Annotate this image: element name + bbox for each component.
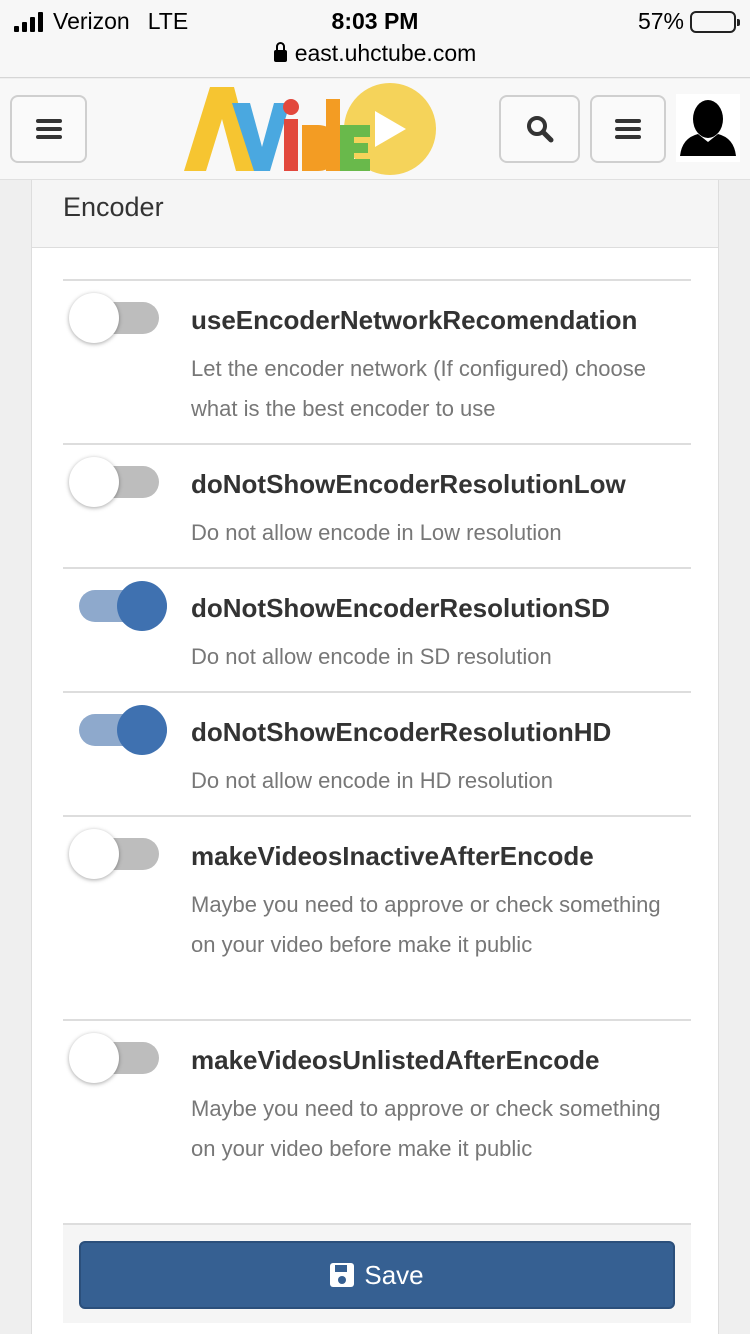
- setting-name: doNotShowEncoderResolutionSD: [191, 593, 610, 623]
- setting-row: makeVideosInactiveAfterEncode Maybe you …: [63, 815, 691, 1019]
- setting-toggle[interactable]: [79, 705, 167, 755]
- toggle-knob: [69, 829, 119, 879]
- setting-row: doNotShowEncoderResolutionHD Do not allo…: [63, 691, 691, 815]
- setting-row: doNotShowEncoderResolutionLow Do not all…: [63, 443, 691, 567]
- menu-icon: [35, 119, 62, 139]
- setting-name: doNotShowEncoderResolutionLow: [191, 469, 626, 499]
- setting-name: makeVideosInactiveAfterEncode: [191, 841, 594, 871]
- logo-letter-i: [284, 119, 298, 171]
- setting-row: doNotShowEncoderResolutionSD Do not allo…: [63, 567, 691, 691]
- setting-row: useEncoderNetworkRecomendation Let the e…: [63, 279, 691, 443]
- address-bar[interactable]: east.uhctube.com: [0, 40, 750, 67]
- battery-icon: [690, 10, 740, 33]
- setting-toggle[interactable]: [79, 581, 167, 631]
- toggle-knob: [117, 705, 167, 755]
- battery-percent: 57%: [637, 8, 684, 34]
- setting-name: makeVideosUnlistedAfterEncode: [191, 1045, 600, 1075]
- save-icon: [330, 1263, 355, 1287]
- logo-letter-d-stem: [326, 99, 340, 171]
- panel-footer: Save: [63, 1223, 691, 1323]
- settings-list: useEncoderNetworkRecomendation Let the e…: [63, 279, 691, 1223]
- avatar-silhouette: [680, 100, 736, 156]
- setting-toggle[interactable]: [69, 829, 159, 879]
- encoder-panel: Encoder useEncoderNetworkRecomendation L…: [31, 180, 719, 1334]
- setting-description: Maybe you need to approve or check somet…: [191, 1096, 661, 1161]
- url-text: east.uhctube.com: [294, 40, 477, 66]
- logo-letter-e: [340, 125, 370, 171]
- setting-description: Maybe you need to approve or check somet…: [191, 892, 661, 957]
- setting-name: useEncoderNetworkRecomendation: [191, 305, 638, 335]
- setting-name: doNotShowEncoderResolutionHD: [191, 717, 612, 747]
- site-logo[interactable]: [180, 81, 440, 177]
- search-icon: [526, 116, 553, 143]
- right-menu-button[interactable]: [590, 95, 666, 163]
- setting-description: Do not allow encode in SD resolution: [191, 644, 552, 669]
- status-right: 57%: [637, 8, 740, 35]
- lock-icon: [273, 42, 287, 62]
- toggle-knob: [69, 293, 119, 343]
- toggle-knob: [69, 1033, 119, 1083]
- setting-toggle[interactable]: [69, 1033, 159, 1083]
- menu-icon: [615, 119, 641, 139]
- user-avatar-icon[interactable]: [676, 94, 740, 162]
- setting-toggle[interactable]: [69, 457, 159, 507]
- logo-letter-i-dot: [283, 99, 299, 115]
- left-menu-button[interactable]: [10, 95, 87, 163]
- panel-title: Encoder: [32, 180, 718, 248]
- save-button[interactable]: Save: [79, 1241, 675, 1309]
- setting-description: Do not allow encode in HD resolution: [191, 768, 553, 793]
- toggle-knob: [69, 457, 119, 507]
- save-label: Save: [364, 1259, 424, 1290]
- setting-description: Let the encoder network (If configured) …: [191, 356, 646, 421]
- setting-row: makeVideosUnlistedAfterEncode Maybe you …: [63, 1019, 691, 1223]
- app-navbar: [0, 79, 750, 180]
- setting-description: Do not allow encode in Low resolution: [191, 520, 562, 545]
- search-button[interactable]: [499, 95, 580, 163]
- ios-status-bar: Verizon LTE 8:03 PM 57% east.uhctube.com: [0, 0, 750, 78]
- toggle-knob: [117, 581, 167, 631]
- setting-toggle[interactable]: [69, 293, 159, 343]
